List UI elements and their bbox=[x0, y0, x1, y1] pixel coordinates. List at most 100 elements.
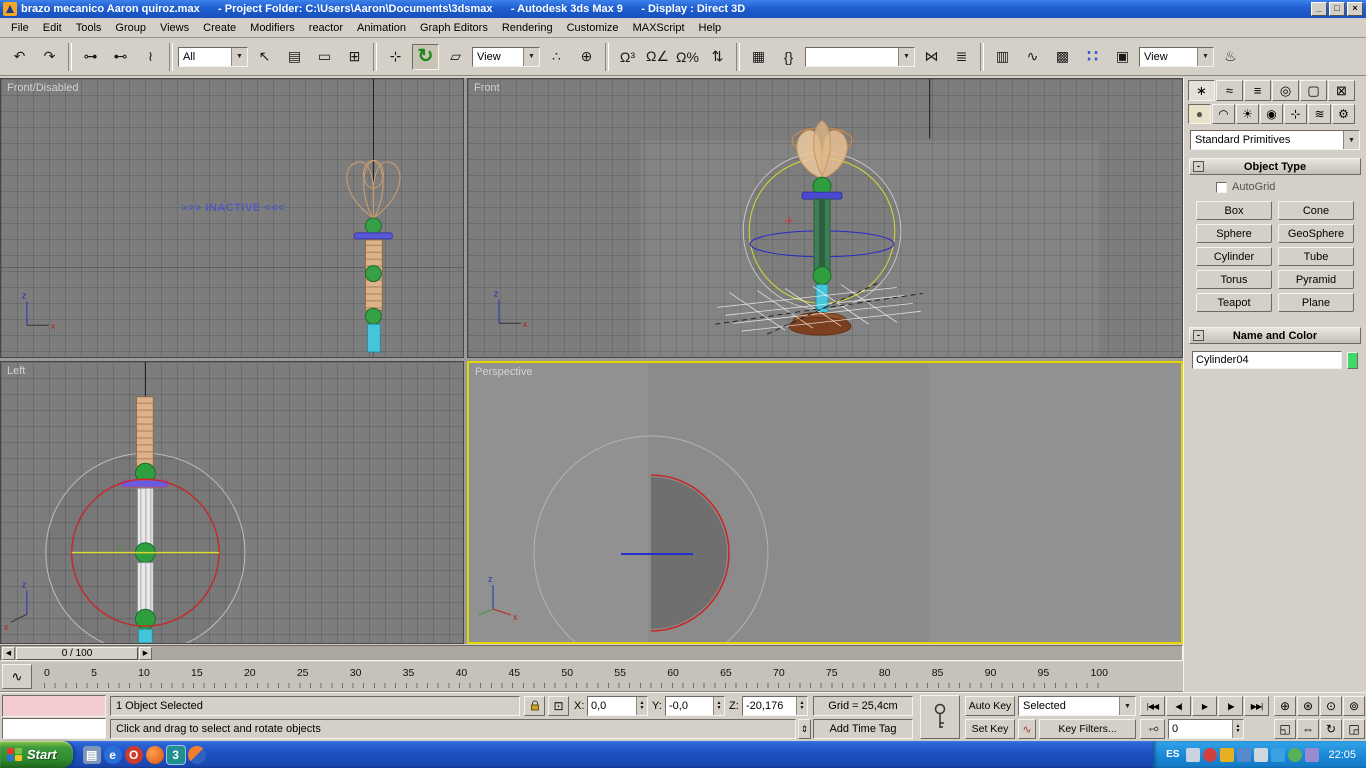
tab-utilities-icon[interactable]: ⊠ bbox=[1328, 80, 1355, 101]
select-and-rotate-icon[interactable]: ↻ bbox=[412, 43, 439, 70]
min-max-toggle-icon[interactable]: ◲ bbox=[1343, 719, 1365, 739]
key-mode-dropdown[interactable]: Selected ▼ bbox=[1018, 696, 1136, 716]
menu-item[interactable]: Modifiers bbox=[243, 19, 302, 37]
zoom-extents-icon[interactable]: ⊙ bbox=[1320, 696, 1342, 716]
menu-item[interactable]: Customize bbox=[560, 19, 626, 37]
opera-icon[interactable]: O bbox=[124, 745, 143, 764]
named-selection-sets-dropdown[interactable]: ▼ bbox=[805, 46, 915, 67]
add-time-tag-button[interactable]: Add Time Tag bbox=[813, 719, 913, 739]
go-to-end-button[interactable]: ▶▶| bbox=[1244, 696, 1269, 716]
snap-toggle-3d-icon[interactable]: Ω³ bbox=[614, 44, 641, 70]
set-key-button[interactable]: Set Key bbox=[965, 719, 1015, 739]
tray-sync-icon[interactable] bbox=[1305, 747, 1320, 762]
unlink-selection-icon[interactable]: ⊷ bbox=[107, 44, 134, 70]
previous-frame-button[interactable]: ◀| bbox=[1166, 696, 1191, 716]
auto-key-button[interactable]: Auto Key bbox=[965, 696, 1015, 716]
name-color-rollout-header[interactable]: - Name and Color bbox=[1189, 327, 1361, 344]
3dsmax-quicklaunch-icon[interactable]: 3 bbox=[166, 745, 185, 764]
spinner-snap-icon[interactable]: ⇅ bbox=[704, 44, 731, 70]
language-indicator[interactable]: ES bbox=[1166, 749, 1182, 760]
maximize-button[interactable]: □ bbox=[1329, 2, 1345, 16]
angle-snap-icon[interactable]: Ω∠ bbox=[644, 44, 671, 70]
category-lights-icon[interactable]: ☀ bbox=[1236, 104, 1259, 124]
category-helpers-icon[interactable]: ⊹ bbox=[1284, 104, 1307, 124]
firefox-icon[interactable] bbox=[145, 745, 164, 764]
named-selection-sets-icon[interactable]: {} bbox=[775, 44, 802, 70]
dropdown-arrow-icon[interactable]: ▼ bbox=[231, 47, 247, 66]
zoom-icon[interactable]: ⊕ bbox=[1274, 696, 1296, 716]
percent-snap-icon[interactable]: Ω% bbox=[674, 44, 701, 70]
dropdown-arrow-icon[interactable]: ▼ bbox=[1119, 697, 1135, 715]
menu-item[interactable]: MAXScript bbox=[626, 19, 692, 37]
object-type-button[interactable]: Plane bbox=[1278, 293, 1354, 312]
primitive-category-dropdown[interactable]: Standard Primitives ▼ bbox=[1190, 130, 1360, 150]
tab-hierarchy-icon[interactable]: ≡ bbox=[1244, 80, 1271, 101]
object-type-button[interactable]: GeoSphere bbox=[1278, 224, 1354, 243]
coord-x-spinner[interactable]: ▲ ▼ bbox=[636, 697, 647, 715]
undo-icon[interactable]: ↶ bbox=[6, 44, 33, 70]
internet-explorer-icon[interactable]: e bbox=[103, 745, 122, 764]
previous-frame-nudge[interactable]: ◀ bbox=[2, 646, 15, 660]
quick-render-icon[interactable]: ♨ bbox=[1217, 44, 1244, 70]
dropdown-arrow-icon[interactable]: ▼ bbox=[1197, 47, 1213, 66]
category-systems-icon[interactable]: ⚙ bbox=[1332, 104, 1355, 124]
start-button[interactable]: Start bbox=[0, 741, 73, 768]
align-icon[interactable]: ≣ bbox=[948, 44, 975, 70]
mini-curve-editor-button[interactable]: ∿ bbox=[2, 664, 32, 689]
select-and-scale-icon[interactable]: ▱ bbox=[442, 44, 469, 70]
object-type-button[interactable]: Torus bbox=[1196, 270, 1272, 289]
dropdown-arrow-icon[interactable]: ▼ bbox=[1343, 131, 1359, 149]
render-type-dropdown[interactable]: View ▼ bbox=[1139, 46, 1214, 67]
track-bar[interactable]: ∿ 0 5 10 15 20 25 30 35 40 45 50 55 60 65 70 75 80 85 90 95… bbox=[0, 662, 1183, 692]
absolute-offset-toggle[interactable]: ⊡ bbox=[548, 696, 569, 716]
autogrid-checkbox[interactable] bbox=[1216, 181, 1227, 193]
material-editor-icon[interactable]: ∷ bbox=[1079, 44, 1106, 70]
zoom-all-icon[interactable]: ⊛ bbox=[1297, 696, 1319, 716]
tray-network-icon[interactable] bbox=[1237, 747, 1252, 762]
viewport-label-perspective[interactable]: Perspective bbox=[475, 366, 532, 378]
coord-x-input[interactable]: 0,0 ▲ ▼ bbox=[587, 696, 648, 716]
viewport-label-left[interactable]: Left bbox=[7, 365, 25, 377]
zoom-extents-all-icon[interactable]: ⊚ bbox=[1343, 696, 1365, 716]
select-and-move-icon[interactable]: ⊹ bbox=[382, 44, 409, 70]
pan-icon[interactable]: ⇔ bbox=[1297, 719, 1319, 739]
tray-tablet-icon[interactable] bbox=[1186, 747, 1201, 762]
time-slider-handle[interactable]: 0 / 100 bbox=[16, 646, 138, 660]
default-in-out-tangent-icon[interactable]: ∿ bbox=[1018, 719, 1036, 739]
menu-item[interactable]: Group bbox=[108, 19, 153, 37]
object-type-button[interactable]: Sphere bbox=[1196, 224, 1272, 243]
category-geometry-icon[interactable]: ● bbox=[1188, 104, 1211, 124]
tab-create-icon[interactable]: ∗ bbox=[1188, 80, 1215, 101]
tab-display-icon[interactable]: ▢ bbox=[1300, 80, 1327, 101]
tray-antivirus-icon[interactable] bbox=[1203, 747, 1218, 762]
key-mode-toggle-button[interactable] bbox=[1140, 719, 1165, 739]
dropdown-arrow-icon[interactable]: ▼ bbox=[523, 47, 539, 66]
object-type-button[interactable]: Tube bbox=[1278, 247, 1354, 266]
menu-item[interactable]: Edit bbox=[36, 19, 69, 37]
next-frame-button[interactable]: |▶ bbox=[1218, 696, 1243, 716]
collapse-icon[interactable]: - bbox=[1193, 161, 1204, 172]
media-player-icon[interactable] bbox=[187, 745, 206, 764]
viewport-front[interactable]: z x Front bbox=[467, 78, 1183, 358]
menu-item[interactable]: Rendering bbox=[495, 19, 560, 37]
close-button[interactable]: × bbox=[1347, 2, 1363, 16]
next-frame-nudge[interactable]: ▶ bbox=[139, 646, 152, 660]
time-slider[interactable]: ◀ 0 / 100 ▶ bbox=[0, 645, 1183, 661]
schematic-view-icon[interactable]: ▩ bbox=[1049, 44, 1076, 70]
menu-item[interactable]: File bbox=[4, 19, 36, 37]
arc-rotate-icon[interactable]: ↻ bbox=[1320, 719, 1342, 739]
set-keys-button[interactable] bbox=[920, 695, 960, 739]
viewport-left[interactable]: y z x Left bbox=[0, 361, 464, 644]
object-type-button[interactable]: Cone bbox=[1278, 201, 1354, 220]
collapse-icon[interactable]: - bbox=[1193, 330, 1204, 341]
object-type-rollout-header[interactable]: - Object Type bbox=[1189, 158, 1361, 175]
tray-messenger-icon[interactable] bbox=[1288, 747, 1303, 762]
object-type-button[interactable]: Teapot bbox=[1196, 293, 1272, 312]
viewport-label-front-disabled[interactable]: Front/Disabled bbox=[7, 82, 79, 94]
taskbar-clock[interactable]: 22:05 bbox=[1328, 749, 1356, 761]
use-pivot-point-center-icon[interactable]: ∴ bbox=[543, 44, 570, 70]
viewport-perspective[interactable]: z x Perspective bbox=[467, 361, 1183, 644]
selection-lock-button[interactable] bbox=[524, 696, 545, 716]
maxscript-mini-listener-input[interactable] bbox=[2, 718, 106, 739]
coord-y-spinner[interactable]: ▲ ▼ bbox=[713, 697, 724, 715]
